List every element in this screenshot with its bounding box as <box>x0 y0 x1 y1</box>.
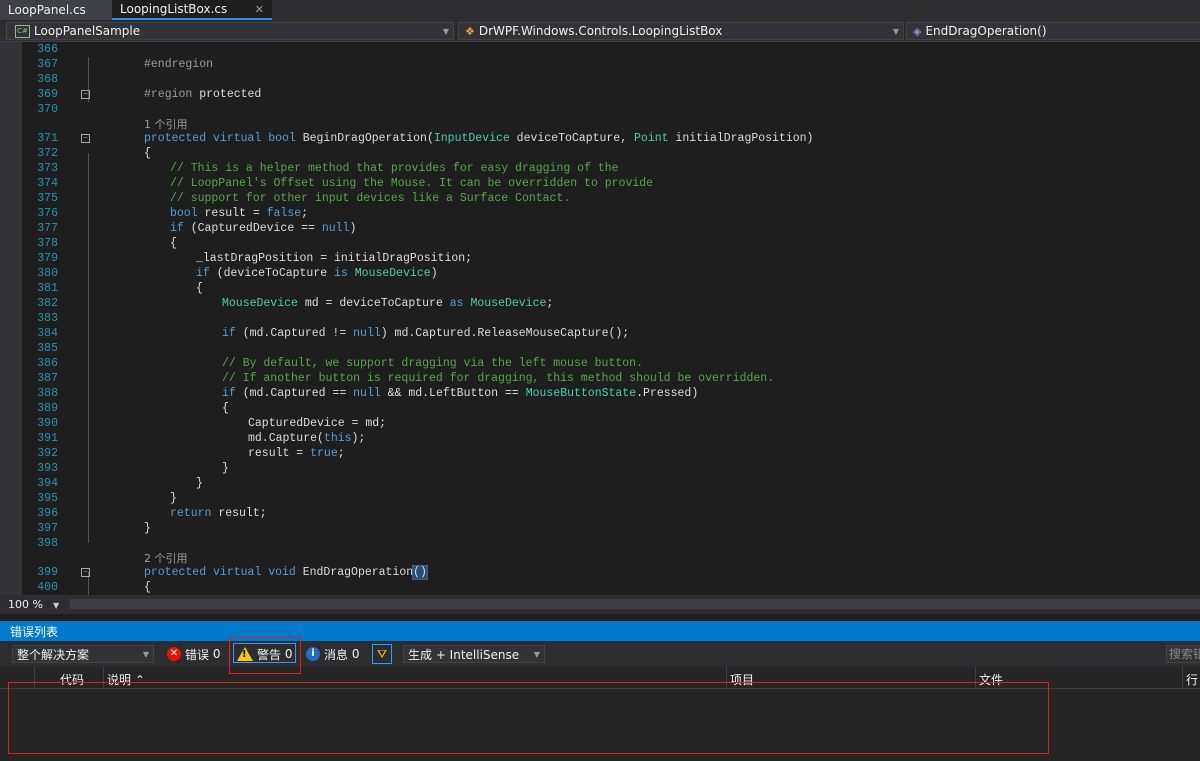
code-editor[interactable]: 366 367 #endregion 368 369− #region protec… <box>0 42 1200 595</box>
code-line: 395} <box>37 492 177 505</box>
chevron-down-icon: ▼ <box>892 26 899 36</box>
project-name: LoopPanelSample <box>34 24 141 38</box>
code-line: 396 return result; <box>37 507 267 520</box>
class-icon: ❖ <box>465 24 475 38</box>
tab-label: LoopingListBox.cs <box>120 2 228 16</box>
code-line: 390 CapturedDevice = md; <box>37 417 387 430</box>
code-line: 386// By default, we support dragging vi… <box>37 357 643 370</box>
project-dropdown[interactable]: C# LoopPanelSample ▼ <box>6 22 454 40</box>
method-icon: ◈ <box>913 24 922 38</box>
code-line: 380 if (deviceToCapture is MouseDevice) <box>37 267 438 280</box>
member-dropdown[interactable]: ◈ EndDragOperation() <box>906 22 1200 40</box>
code-line: 391 md.Capture(this); <box>37 432 366 445</box>
code-line: 400{ <box>37 581 151 594</box>
zoom-dropdown[interactable]: 100 % ▼ <box>8 598 59 611</box>
horizontal-scrollbar[interactable] <box>70 599 1200 609</box>
error-list-toolbar: 整个解决方案 ▼ ✕ 错误 0 ! 警告 0 i 消息 0 ⛛ 生成 + Int… <box>0 641 1200 667</box>
chevron-down-icon: ▼ <box>533 649 540 659</box>
column-separator <box>1182 667 1183 689</box>
info-icon: i <box>306 647 320 661</box>
scope-dropdown[interactable]: 整个解决方案 ▼ <box>12 645 154 663</box>
code-line: 370 <box>37 103 58 116</box>
collapse-icon[interactable]: − <box>81 90 90 99</box>
close-icon[interactable]: ✕ <box>255 3 264 16</box>
codelens-line: 1 个引用 <box>0 117 1200 132</box>
code-line: 397} <box>37 522 151 535</box>
code-line: 399− protected virtual void EndDragOperat… <box>37 565 428 580</box>
error-list-title: 错误列表 <box>10 624 59 639</box>
class-dropdown[interactable]: ❖ DrWPF.Windows.Controls.LoopingListBox … <box>458 22 904 40</box>
chevron-down-icon: ▼ <box>442 26 449 36</box>
code-line: 367 #endregion <box>37 58 214 71</box>
code-line: 369− #region protected <box>37 88 262 101</box>
codelens-line: 2 个引用 <box>0 551 1200 566</box>
filter-icon[interactable]: ⛛ <box>372 644 392 664</box>
code-line: 372{ <box>37 147 151 160</box>
csharp-project-icon: C# <box>15 24 30 38</box>
code-line: 384 if (md.Captured != null) md.Captured.… <box>37 327 630 340</box>
tab-looppanel[interactable]: LoopPanel.cs <box>0 0 112 20</box>
code-line: 366 <box>37 43 58 56</box>
references-codelens[interactable]: 2 个引用 <box>144 551 188 566</box>
annotation-box-warnings <box>229 637 301 674</box>
error-icon: ✕ <box>167 647 181 661</box>
code-line: 385 <box>37 342 58 355</box>
code-line: 394} <box>37 477 203 490</box>
code-line: 398 <box>37 537 58 550</box>
code-line: 379 _lastDragPosition = initialDragPositi… <box>37 252 473 265</box>
code-line: 381{ <box>37 282 203 295</box>
code-line: 387// If another button is required for … <box>37 372 775 385</box>
collapse-icon[interactable]: − <box>81 134 90 143</box>
tab-loopinglistbox[interactable]: LoopingListBox.cs ✕ <box>112 0 272 20</box>
code-line: 388 if (md.Captured == null && md.LeftBut… <box>37 387 699 400</box>
chevron-down-icon: ▼ <box>142 649 149 659</box>
code-line: 377 if (CapturedDevice == null) <box>37 222 357 235</box>
code-line: 389{ <box>37 402 229 415</box>
code-line: 382 MouseDevice md = deviceToCapture as M… <box>37 297 554 310</box>
code-line: 376 bool result = false; <box>37 207 309 220</box>
collapse-icon[interactable]: − <box>81 568 90 577</box>
code-line: 378{ <box>37 237 177 250</box>
build-intellisense-dropdown[interactable]: 生成 + IntelliSense ▼ <box>403 645 545 663</box>
messages-filter-button[interactable]: i 消息 0 <box>306 645 359 663</box>
code-line: 383 <box>37 312 58 325</box>
code-line: 375// support for other input devices li… <box>37 192 571 205</box>
code-line: 392 result = true; <box>37 447 345 460</box>
code-line: 393} <box>37 462 229 475</box>
chevron-down-icon: ▼ <box>52 601 60 610</box>
code-line: 368 <box>37 73 58 86</box>
document-tab-bar: LoopPanel.cs LoopingListBox.cs ✕ <box>0 0 1200 20</box>
code-line: 371− protected virtual bool BeginDragOper… <box>37 132 814 145</box>
class-name: DrWPF.Windows.Controls.LoopingListBox <box>478 24 723 38</box>
error-list-title-bar: 错误列表 <box>0 621 1200 641</box>
annotation-box-error-list <box>8 682 1049 754</box>
tab-label: LoopPanel.cs <box>8 3 86 17</box>
member-name: EndDragOperation() <box>925 24 1047 38</box>
references-codelens[interactable]: 1 个引用 <box>144 117 188 132</box>
search-error-list-input[interactable]: 搜索错 <box>1166 645 1200 663</box>
code-line: 373// This is a helper method that provi… <box>37 162 619 175</box>
column-line[interactable]: 行 <box>1186 671 1198 688</box>
editor-status-bar: 100 % ▼ <box>0 595 1200 614</box>
errors-filter-button[interactable]: ✕ 错误 0 <box>167 645 220 663</box>
navigation-bar: C# LoopPanelSample ▼ ❖ DrWPF.Windows.Con… <box>0 20 1200 42</box>
code-line: 374// LoopPanel's Offset using the Mouse… <box>37 177 654 190</box>
